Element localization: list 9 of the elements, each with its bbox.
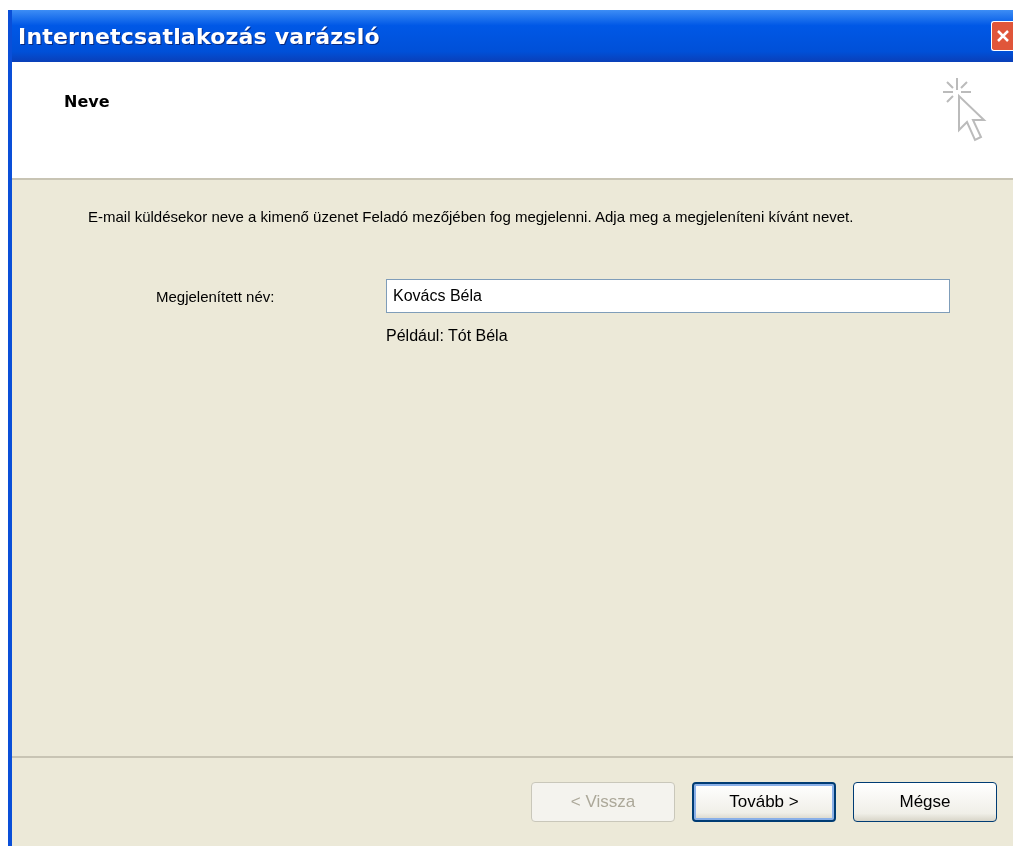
example-text: Például: Tót Béla <box>386 327 509 345</box>
page-heading: Neve <box>64 92 110 113</box>
window-title: Internetcsatlakozás varázsló <box>18 23 380 49</box>
wizard-button[interactable]: Tovább > <box>692 782 836 822</box>
wizard-button[interactable]: Mégse <box>853 782 997 822</box>
display-name-field[interactable]: Kovács Béla <box>386 279 950 313</box>
close-button[interactable] <box>991 21 1013 51</box>
instruction-text: E-mail küldésekor neve a kimenő üzenet Feladó mezőjében fog megjelenni. Adja meg a megjeleníteni kívánt nevet. <box>88 207 855 227</box>
field-label: Megjelenített név: <box>156 287 276 305</box>
